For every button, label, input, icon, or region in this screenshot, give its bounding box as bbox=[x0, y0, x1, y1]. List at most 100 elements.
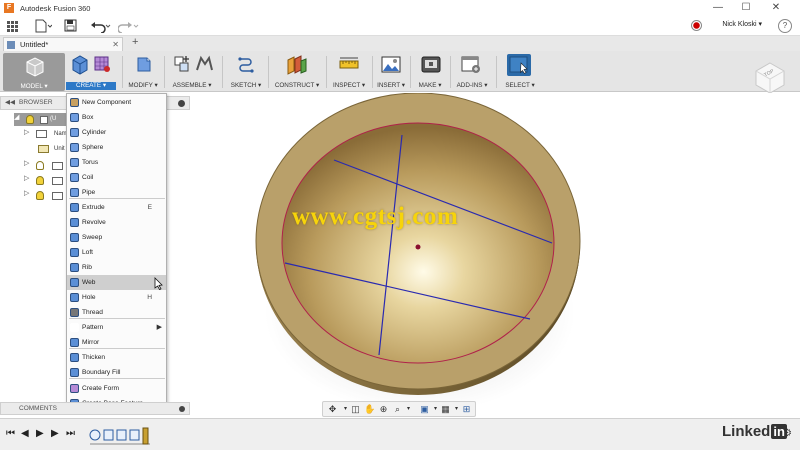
canvas-viewport[interactable] bbox=[190, 92, 800, 413]
menu-item-hole[interactable]: Hole H bbox=[67, 290, 166, 305]
pan-icon[interactable]: ✋ bbox=[364, 404, 375, 415]
visibility-bulb-icon[interactable] bbox=[36, 161, 44, 170]
menu-item-rib[interactable]: Rib bbox=[67, 260, 166, 275]
select-menu-button[interactable]: SELECT ▾ bbox=[503, 54, 537, 90]
display-settings-icon[interactable]: ▣ bbox=[419, 404, 430, 415]
visibility-bulb-icon[interactable] bbox=[36, 176, 44, 185]
workspace-switcher[interactable]: MODEL ▾ bbox=[3, 53, 65, 91]
menu-item-new-component[interactable]: New Component bbox=[67, 95, 166, 110]
center-point[interactable] bbox=[415, 244, 421, 250]
undo-icon[interactable] bbox=[90, 19, 112, 34]
step-forward-icon[interactable]: ▶ bbox=[51, 428, 59, 440]
visibility-bulb-icon[interactable] bbox=[26, 115, 34, 124]
make-menu-button[interactable]: MAKE ▾ bbox=[414, 54, 446, 90]
assemble-label: ASSEMBLE ▾ bbox=[172, 82, 212, 89]
file-menu-icon[interactable] bbox=[34, 19, 53, 33]
modify-menu-button[interactable]: MODIFY ▾ bbox=[128, 54, 158, 90]
menu-item-label: Box bbox=[82, 114, 94, 121]
add-ins-menu-button[interactable]: ADD-INS ▾ bbox=[454, 54, 490, 90]
menu-item-extrude[interactable]: Extrude E bbox=[67, 200, 166, 215]
tree-row-bodies[interactable]: ▷ bbox=[24, 174, 66, 187]
viewports-icon[interactable]: ⊞ bbox=[461, 404, 472, 415]
collapse-arrows-icon[interactable]: ◀◀ bbox=[5, 97, 15, 109]
expand-arrow-icon[interactable]: ▷ bbox=[24, 159, 29, 167]
construct-menu-button[interactable]: CONSTRUCT ▾ bbox=[272, 54, 322, 90]
menu-item-box[interactable]: Box bbox=[67, 110, 166, 125]
visibility-bulb-icon[interactable] bbox=[36, 191, 44, 200]
expand-arrow-icon[interactable]: ▷ bbox=[24, 189, 29, 197]
save-icon[interactable] bbox=[64, 19, 77, 33]
menu-item-label: Thicken bbox=[82, 354, 106, 361]
menu-item-loft[interactable]: Loft bbox=[67, 245, 166, 260]
sketch-feature-icon[interactable] bbox=[89, 429, 101, 441]
add-ins-label: ADD-INS ▾ bbox=[456, 82, 488, 89]
new-tab-icon[interactable]: + bbox=[132, 36, 138, 48]
folder-icon bbox=[52, 162, 63, 170]
dropdown-arrow-icon[interactable]: ▾ bbox=[403, 404, 414, 415]
zoom-icon[interactable]: ⊕ bbox=[378, 404, 389, 415]
sketch-menu-button[interactable]: SKETCH ▾ bbox=[228, 54, 264, 90]
tree-row-units[interactable]: Unit bbox=[36, 143, 66, 156]
tree-row-sketches[interactable]: ▷ bbox=[24, 189, 66, 202]
pattern-icon bbox=[70, 323, 79, 332]
sketch-feature-icon[interactable] bbox=[129, 429, 140, 441]
new-component-icon bbox=[174, 56, 189, 72]
close-window-button[interactable]: ✕ bbox=[762, 0, 790, 16]
expand-arrow-icon[interactable]: ▷ bbox=[24, 128, 29, 136]
play-icon[interactable]: ▶ bbox=[36, 428, 44, 440]
comments-panel-header[interactable]: COMMENTS bbox=[0, 402, 190, 415]
logo-badge: in bbox=[771, 424, 787, 439]
data-panel-icon[interactable] bbox=[6, 19, 20, 33]
shell-feature-icon[interactable] bbox=[116, 429, 127, 441]
look-at-icon[interactable]: ◫ bbox=[350, 404, 361, 415]
pipe-icon bbox=[70, 188, 79, 197]
menu-item-label: Pipe bbox=[82, 189, 96, 196]
menu-item-pattern[interactable]: Pattern ▶ bbox=[67, 320, 166, 335]
assemble-menu-button[interactable]: ASSEMBLE ▾ bbox=[170, 54, 214, 90]
timeline-marker[interactable] bbox=[142, 427, 149, 445]
tree-row-origin[interactable]: ▷ bbox=[24, 159, 66, 172]
step-back-icon[interactable]: ◀ bbox=[21, 428, 29, 440]
record-icon[interactable] bbox=[691, 20, 702, 31]
menu-item-sweep[interactable]: Sweep bbox=[67, 230, 166, 245]
menu-item-thicken[interactable]: Thicken bbox=[67, 350, 166, 365]
inspect-menu-button[interactable]: INSPECT ▾ bbox=[330, 54, 368, 90]
menu-item-create-form[interactable]: Create Form bbox=[67, 381, 166, 396]
menu-item-sphere[interactable]: Sphere bbox=[67, 140, 166, 155]
minimize-button[interactable]: — bbox=[704, 0, 732, 16]
redo-icon[interactable] bbox=[117, 19, 140, 34]
grid-settings-icon[interactable]: ▦ bbox=[440, 404, 451, 415]
bowl-model[interactable] bbox=[190, 92, 800, 413]
go-to-end-icon[interactable]: ⏭ bbox=[66, 428, 75, 440]
create-menu-button[interactable]: CREATE ▾ bbox=[66, 54, 116, 90]
menu-item-cylinder[interactable]: Cylinder bbox=[67, 125, 166, 140]
pin-icon[interactable] bbox=[179, 406, 185, 412]
fit-icon[interactable]: ⌕ bbox=[392, 404, 403, 415]
add-ins-icon bbox=[461, 56, 480, 73]
collapse-arrow-icon[interactable]: ◢ bbox=[14, 113, 19, 121]
maximize-button[interactable]: ☐ bbox=[732, 0, 760, 16]
menu-item-revolve[interactable]: Revolve bbox=[67, 215, 166, 230]
close-tab-icon[interactable]: ✕ bbox=[112, 38, 119, 51]
expand-arrow-icon[interactable]: ▷ bbox=[24, 174, 29, 182]
user-account-menu[interactable]: Nick Kloski ▾ bbox=[722, 20, 762, 28]
tab-untitled[interactable]: Untitled* ✕ bbox=[3, 37, 123, 51]
menu-item-web[interactable]: Web bbox=[67, 275, 166, 291]
tree-row-root[interactable]: ◢ (U bbox=[14, 113, 66, 126]
menu-item-label: Coil bbox=[82, 174, 94, 181]
go-to-start-icon[interactable]: ⏮ bbox=[6, 428, 15, 440]
menu-item-label: Cylinder bbox=[82, 129, 107, 136]
menu-item-coil[interactable]: Coil bbox=[67, 170, 166, 185]
insert-menu-button[interactable]: INSERT ▾ bbox=[376, 54, 406, 90]
extrude-feature-icon[interactable] bbox=[103, 429, 114, 441]
create-form-icon bbox=[70, 384, 79, 393]
new-component-icon bbox=[70, 98, 79, 107]
pin-icon[interactable] bbox=[178, 100, 185, 107]
timeline-features[interactable] bbox=[88, 426, 158, 446]
toolbar-divider bbox=[222, 56, 223, 88]
tree-row-named-views[interactable]: ▷ Nam bbox=[24, 128, 67, 141]
view-cube[interactable]: TOP bbox=[753, 61, 787, 95]
menu-item-torus[interactable]: Torus bbox=[67, 155, 166, 170]
orbit-icon[interactable]: ✥ bbox=[327, 404, 338, 415]
help-icon[interactable]: ? bbox=[778, 19, 792, 33]
